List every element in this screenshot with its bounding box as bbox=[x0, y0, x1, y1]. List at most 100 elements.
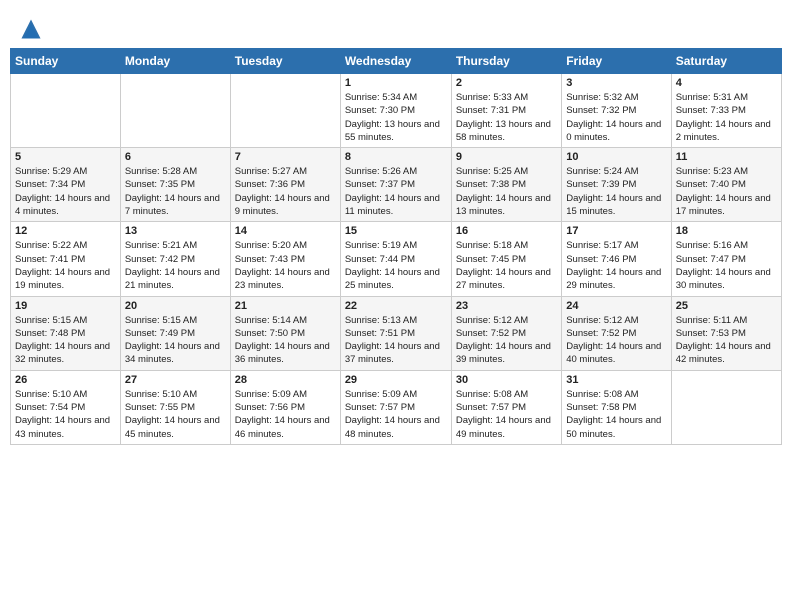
calendar-cell: 17 Sunrise: 5:17 AMSunset: 7:46 PMDayligh… bbox=[562, 222, 671, 296]
weekday-header: Monday bbox=[120, 49, 230, 74]
calendar-cell: 8 Sunrise: 5:26 AMSunset: 7:37 PMDaylight… bbox=[340, 148, 451, 222]
calendar-cell: 25Sunrise: 5:11 AMSunset: 7:53 PMDayligh… bbox=[671, 296, 781, 370]
calendar-cell: 11 Sunrise: 5:23 AMSunset: 7:40 PMDayligh… bbox=[671, 148, 781, 222]
day-info: Sunrise: 5:11 AMSunset: 7:53 PMDaylight:… bbox=[676, 314, 777, 367]
day-number: 31 bbox=[566, 374, 666, 386]
calendar-cell: 6 Sunrise: 5:28 AMSunset: 7:35 PMDaylight… bbox=[120, 148, 230, 222]
day-number: 21 bbox=[235, 300, 336, 312]
day-info: Sunrise: 5:15 AMSunset: 7:48 PMDaylight:… bbox=[15, 314, 116, 367]
day-info: Sunrise: 5:15 AMSunset: 7:49 PMDaylight:… bbox=[125, 314, 226, 367]
day-number: 27 bbox=[125, 374, 226, 386]
logo-icon bbox=[20, 18, 42, 40]
day-number: 3 bbox=[566, 77, 666, 89]
day-info: Sunrise: 5:17 AMSunset: 7:46 PMDaylight:… bbox=[566, 239, 666, 292]
day-number: 30 bbox=[456, 374, 557, 386]
weekday-header: Wednesday bbox=[340, 49, 451, 74]
page-header bbox=[10, 10, 782, 44]
calendar-cell: 22Sunrise: 5:13 AMSunset: 7:51 PMDayligh… bbox=[340, 296, 451, 370]
calendar-cell bbox=[11, 74, 121, 148]
day-info: Sunrise: 5:23 AMSunset: 7:40 PMDaylight:… bbox=[676, 165, 777, 218]
day-info: Sunrise: 5:14 AMSunset: 7:50 PMDaylight:… bbox=[235, 314, 336, 367]
calendar-cell: 20 Sunrise: 5:15 AMSunset: 7:49 PMDayligh… bbox=[120, 296, 230, 370]
day-number: 19 bbox=[15, 300, 116, 312]
day-number: 29 bbox=[345, 374, 447, 386]
day-number: 5 bbox=[15, 151, 116, 163]
day-number: 10 bbox=[566, 151, 666, 163]
weekday-header: Sunday bbox=[11, 49, 121, 74]
day-info: Sunrise: 5:21 AMSunset: 7:42 PMDaylight:… bbox=[125, 239, 226, 292]
weekday-header: Saturday bbox=[671, 49, 781, 74]
day-info: Sunrise: 5:10 AMSunset: 7:55 PMDaylight:… bbox=[125, 388, 226, 441]
day-number: 12 bbox=[15, 225, 116, 237]
day-info: Sunrise: 5:13 AMSunset: 7:51 PMDaylight:… bbox=[345, 314, 447, 367]
calendar-cell: 15 Sunrise: 5:19 AMSunset: 7:44 PMDayligh… bbox=[340, 222, 451, 296]
day-number: 28 bbox=[235, 374, 336, 386]
day-info: Sunrise: 5:22 AMSunset: 7:41 PMDaylight:… bbox=[15, 239, 116, 292]
day-number: 4 bbox=[676, 77, 777, 89]
day-info: Sunrise: 5:29 AMSunset: 7:34 PMDaylight:… bbox=[15, 165, 116, 218]
day-info: Sunrise: 5:26 AMSunset: 7:37 PMDaylight:… bbox=[345, 165, 447, 218]
day-info: Sunrise: 5:28 AMSunset: 7:35 PMDaylight:… bbox=[125, 165, 226, 218]
day-number: 17 bbox=[566, 225, 666, 237]
day-number: 2 bbox=[456, 77, 557, 89]
weekday-header: Friday bbox=[562, 49, 671, 74]
day-number: 1 bbox=[345, 77, 447, 89]
day-info: Sunrise: 5:25 AMSunset: 7:38 PMDaylight:… bbox=[456, 165, 557, 218]
calendar-cell: 21 Sunrise: 5:14 AMSunset: 7:50 PMDayligh… bbox=[230, 296, 340, 370]
calendar-cell: 28 Sunrise: 5:09 AMSunset: 7:56 PMDayligh… bbox=[230, 370, 340, 444]
day-number: 13 bbox=[125, 225, 226, 237]
day-info: Sunrise: 5:19 AMSunset: 7:44 PMDaylight:… bbox=[345, 239, 447, 292]
calendar-cell: 24 Sunrise: 5:12 AMSunset: 7:52 PMDayligh… bbox=[562, 296, 671, 370]
calendar-cell: 18Sunrise: 5:16 AMSunset: 7:47 PMDayligh… bbox=[671, 222, 781, 296]
day-info: Sunrise: 5:32 AMSunset: 7:32 PMDaylight:… bbox=[566, 91, 666, 144]
calendar-cell: 9 Sunrise: 5:25 AMSunset: 7:38 PMDaylight… bbox=[451, 148, 561, 222]
calendar-cell bbox=[671, 370, 781, 444]
day-number: 24 bbox=[566, 300, 666, 312]
calendar-cell: 2 Sunrise: 5:33 AMSunset: 7:31 PMDaylight… bbox=[451, 74, 561, 148]
day-info: Sunrise: 5:20 AMSunset: 7:43 PMDaylight:… bbox=[235, 239, 336, 292]
day-number: 6 bbox=[125, 151, 226, 163]
day-number: 16 bbox=[456, 225, 557, 237]
calendar-cell: 4 Sunrise: 5:31 AMSunset: 7:33 PMDaylight… bbox=[671, 74, 781, 148]
day-info: Sunrise: 5:12 AMSunset: 7:52 PMDaylight:… bbox=[566, 314, 666, 367]
calendar-cell: 14 Sunrise: 5:20 AMSunset: 7:43 PMDayligh… bbox=[230, 222, 340, 296]
day-info: Sunrise: 5:34 AMSunset: 7:30 PMDaylight:… bbox=[345, 91, 447, 144]
day-info: Sunrise: 5:31 AMSunset: 7:33 PMDaylight:… bbox=[676, 91, 777, 144]
day-number: 26 bbox=[15, 374, 116, 386]
day-info: Sunrise: 5:12 AMSunset: 7:52 PMDaylight:… bbox=[456, 314, 557, 367]
calendar-cell: 29 Sunrise: 5:09 AMSunset: 7:57 PMDayligh… bbox=[340, 370, 451, 444]
day-number: 23 bbox=[456, 300, 557, 312]
calendar-cell: 1 Sunrise: 5:34 AMSunset: 7:30 PMDaylight… bbox=[340, 74, 451, 148]
day-info: Sunrise: 5:27 AMSunset: 7:36 PMDaylight:… bbox=[235, 165, 336, 218]
calendar-cell: 7 Sunrise: 5:27 AMSunset: 7:36 PMDaylight… bbox=[230, 148, 340, 222]
calendar-cell: 26Sunrise: 5:10 AMSunset: 7:54 PMDayligh… bbox=[11, 370, 121, 444]
calendar-cell bbox=[120, 74, 230, 148]
day-info: Sunrise: 5:08 AMSunset: 7:57 PMDaylight:… bbox=[456, 388, 557, 441]
calendar-cell: 27 Sunrise: 5:10 AMSunset: 7:55 PMDayligh… bbox=[120, 370, 230, 444]
day-number: 11 bbox=[676, 151, 777, 163]
day-info: Sunrise: 5:16 AMSunset: 7:47 PMDaylight:… bbox=[676, 239, 777, 292]
calendar-cell: 10 Sunrise: 5:24 AMSunset: 7:39 PMDayligh… bbox=[562, 148, 671, 222]
calendar-cell: 3 Sunrise: 5:32 AMSunset: 7:32 PMDaylight… bbox=[562, 74, 671, 148]
day-info: Sunrise: 5:09 AMSunset: 7:56 PMDaylight:… bbox=[235, 388, 336, 441]
weekday-header: Tuesday bbox=[230, 49, 340, 74]
calendar-table: SundayMondayTuesdayWednesdayThursdayFrid… bbox=[10, 48, 782, 445]
calendar-cell bbox=[230, 74, 340, 148]
logo bbox=[20, 18, 46, 40]
calendar-cell: 12 Sunrise: 5:22 AMSunset: 7:41 PMDayligh… bbox=[11, 222, 121, 296]
day-number: 14 bbox=[235, 225, 336, 237]
calendar-cell: 30 Sunrise: 5:08 AMSunset: 7:57 PMDayligh… bbox=[451, 370, 561, 444]
day-info: Sunrise: 5:09 AMSunset: 7:57 PMDaylight:… bbox=[345, 388, 447, 441]
calendar-cell: 13 Sunrise: 5:21 AMSunset: 7:42 PMDayligh… bbox=[120, 222, 230, 296]
weekday-header: Thursday bbox=[451, 49, 561, 74]
day-number: 9 bbox=[456, 151, 557, 163]
day-number: 20 bbox=[125, 300, 226, 312]
day-info: Sunrise: 5:18 AMSunset: 7:45 PMDaylight:… bbox=[456, 239, 557, 292]
day-number: 8 bbox=[345, 151, 447, 163]
day-number: 15 bbox=[345, 225, 447, 237]
day-info: Sunrise: 5:24 AMSunset: 7:39 PMDaylight:… bbox=[566, 165, 666, 218]
calendar-cell: 31Sunrise: 5:08 AMSunset: 7:58 PMDayligh… bbox=[562, 370, 671, 444]
day-info: Sunrise: 5:33 AMSunset: 7:31 PMDaylight:… bbox=[456, 91, 557, 144]
day-number: 7 bbox=[235, 151, 336, 163]
calendar-cell: 23 Sunrise: 5:12 AMSunset: 7:52 PMDayligh… bbox=[451, 296, 561, 370]
